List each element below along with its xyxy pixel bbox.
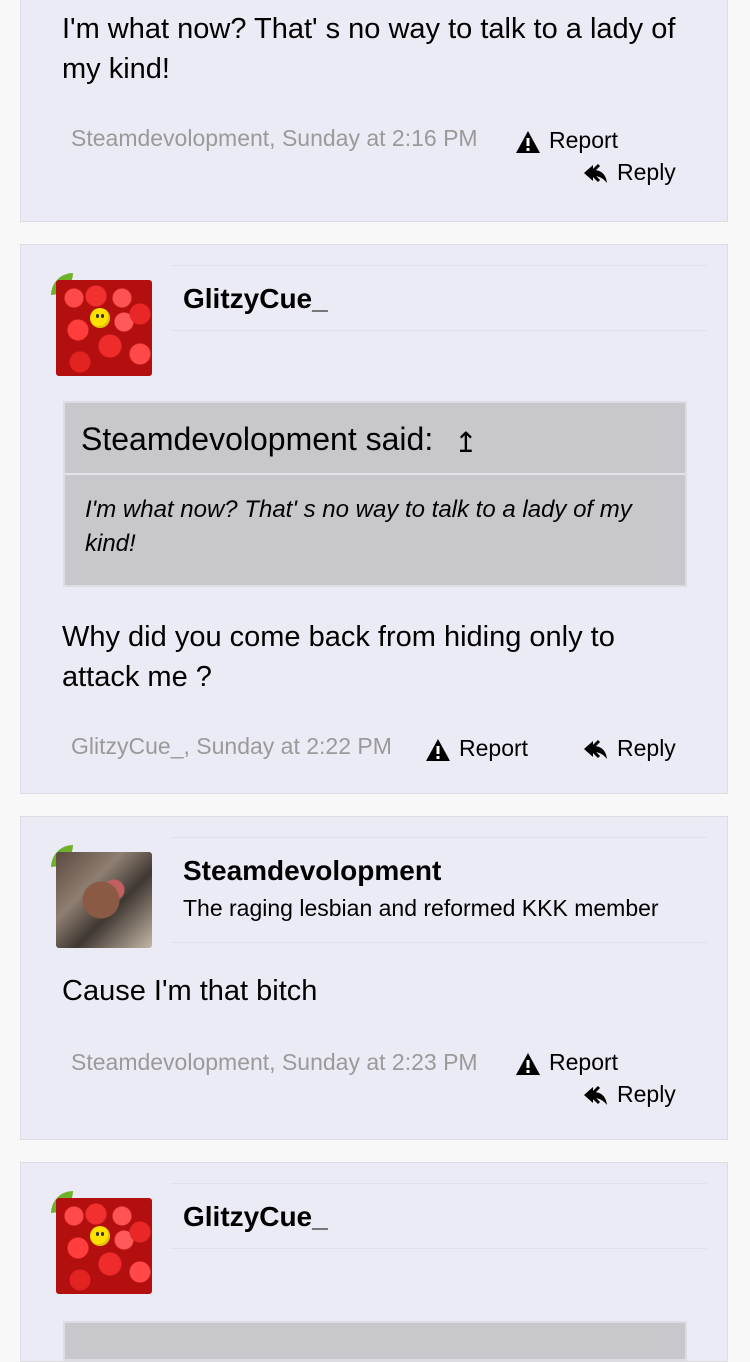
user-header: Steamdevolopment The raging lesbian and … bbox=[171, 837, 707, 943]
smiley-icon bbox=[90, 308, 110, 328]
report-label: Report bbox=[549, 1049, 619, 1075]
username[interactable]: Steamdevolopment bbox=[183, 854, 441, 888]
post-4: GlitzyCue_ bbox=[20, 1162, 728, 1362]
report-button[interactable]: Report bbox=[515, 1049, 618, 1076]
reply-label: Reply bbox=[617, 1081, 676, 1107]
username[interactable]: GlitzyCue_ bbox=[183, 1200, 328, 1234]
reply-icon bbox=[583, 739, 609, 761]
post-1: I'm what now? That' s no way to talk to … bbox=[20, 0, 728, 222]
quote-block bbox=[63, 1321, 687, 1361]
post-message: Why did you come back from hiding only t… bbox=[62, 621, 615, 693]
quote-text: I'm what now? That' s no way to talk to … bbox=[85, 496, 632, 557]
username[interactable]: GlitzyCue_ bbox=[183, 282, 328, 316]
reply-button[interactable]: Reply bbox=[583, 1081, 676, 1108]
user-header: GlitzyCue_ bbox=[171, 265, 707, 331]
post-2: GlitzyCue_ Steamdevolopment said: ↥ I'm … bbox=[20, 244, 728, 794]
warning-icon bbox=[515, 1052, 541, 1076]
post-meta: Steamdevolopment, Sunday at 2:23 PM bbox=[71, 1049, 478, 1075]
reply-button[interactable]: Reply bbox=[583, 735, 676, 762]
reply-icon bbox=[583, 163, 609, 185]
avatar[interactable] bbox=[56, 1198, 152, 1294]
post-message: Cause I'm that bitch bbox=[62, 975, 318, 1007]
avatar-container[interactable] bbox=[51, 1191, 153, 1294]
user-header: GlitzyCue_ bbox=[171, 1183, 707, 1249]
avatar[interactable] bbox=[56, 852, 152, 948]
post-meta: GlitzyCue_, Sunday at 2:22 PM bbox=[71, 733, 392, 759]
post-3: Steamdevolopment The raging lesbian and … bbox=[20, 816, 728, 1140]
avatar-container[interactable] bbox=[51, 273, 153, 376]
reply-icon bbox=[583, 1085, 609, 1107]
user-title: The raging lesbian and reformed KKK memb… bbox=[183, 895, 659, 921]
report-label: Report bbox=[459, 735, 529, 761]
reply-button[interactable]: Reply bbox=[583, 159, 676, 186]
warning-icon bbox=[425, 738, 451, 762]
smiley-icon bbox=[90, 1226, 110, 1246]
report-button[interactable]: Report bbox=[515, 127, 618, 154]
report-label: Report bbox=[549, 127, 619, 153]
reply-label: Reply bbox=[617, 735, 676, 761]
post-meta: Steamdevolopment, Sunday at 2:16 PM bbox=[71, 125, 478, 151]
jump-to-quote-icon[interactable]: ↥ bbox=[454, 429, 477, 457]
post-message: I'm what now? That' s no way to talk to … bbox=[62, 13, 676, 85]
reply-label: Reply bbox=[617, 159, 676, 185]
avatar-container[interactable] bbox=[51, 845, 153, 948]
quote-header[interactable]: Steamdevolopment said: ↥ bbox=[65, 403, 685, 475]
quote-block: Steamdevolopment said: ↥ I'm what now? T… bbox=[63, 401, 687, 587]
quote-author: Steamdevolopment said: bbox=[81, 421, 434, 457]
warning-icon bbox=[515, 130, 541, 154]
report-button[interactable]: Report bbox=[425, 735, 528, 762]
avatar[interactable] bbox=[56, 280, 152, 376]
